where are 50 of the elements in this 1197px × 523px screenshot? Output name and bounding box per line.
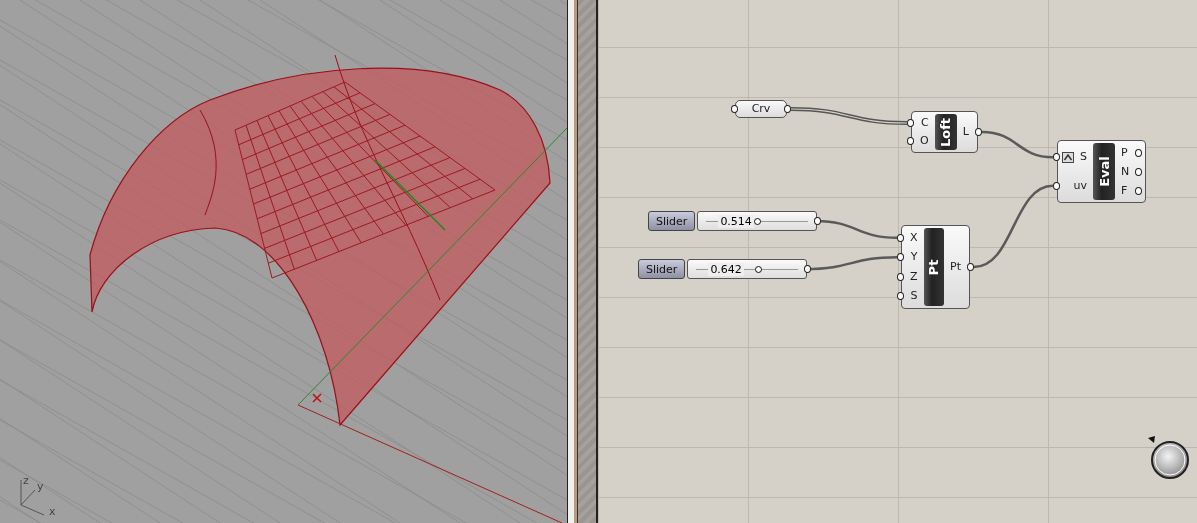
output-label: L (962, 125, 969, 139)
input-label: Y (910, 250, 918, 265)
component-name: Pt (926, 259, 942, 275)
input-label: X (910, 230, 918, 245)
component-name: Eval (1096, 156, 1112, 187)
slider-thumb[interactable] (755, 266, 763, 273)
input-pin-icon[interactable] (897, 233, 904, 242)
origin-marker-icon (312, 393, 322, 403)
input-label: C (921, 116, 929, 130)
output-pin-icon[interactable] (1135, 186, 1143, 195)
input-label: uv (1073, 178, 1087, 193)
slider-label: Slider (648, 211, 696, 231)
input-label: Z (910, 269, 918, 284)
output-label: F (1121, 183, 1128, 198)
input-pin-icon[interactable] (897, 292, 904, 301)
axis-label: x (49, 506, 56, 517)
output-pin-icon[interactable] (804, 265, 812, 273)
panel-splitter[interactable] (567, 0, 598, 523)
number-slider[interactable]: 0.642 (687, 259, 808, 279)
output-label: P (1121, 145, 1128, 160)
output-pin-icon[interactable] (967, 263, 974, 271)
reparameterize-icon[interactable] (1062, 151, 1074, 163)
input-pin-icon[interactable] (731, 105, 738, 113)
input-pin-icon[interactable] (897, 253, 904, 262)
navigation-widget-icon[interactable] (1146, 434, 1190, 480)
axis-gizmo-icon (20, 479, 45, 516)
slider-value: 0.642 (708, 263, 744, 276)
output-label: Pt (950, 260, 961, 274)
input-pin-icon[interactable] (1053, 153, 1060, 162)
slider-label: Slider (638, 259, 686, 279)
input-pin-icon[interactable] (907, 137, 914, 145)
output-pin-icon[interactable] (784, 105, 791, 113)
input-pin-icon[interactable] (897, 272, 904, 281)
output-pin-icon[interactable] (1135, 148, 1143, 157)
output-label: N (1121, 164, 1130, 179)
output-pin-icon[interactable] (1135, 167, 1143, 176)
output-pin-icon[interactable] (814, 217, 822, 225)
output-pin-icon[interactable] (974, 128, 982, 136)
3d-viewport[interactable]: z y x (0, 0, 567, 523)
input-pin-icon[interactable] (907, 119, 914, 127)
axis-label: y (37, 481, 44, 492)
slider-value: 0.514 (718, 215, 754, 228)
input-label: S (910, 289, 918, 304)
component-name: Loft (938, 117, 954, 147)
input-label: O (920, 134, 929, 148)
input-label: S (1080, 150, 1087, 165)
axis-label: z (23, 475, 29, 486)
input-pin-icon[interactable] (1053, 181, 1060, 190)
number-slider[interactable]: 0.514 (697, 211, 818, 231)
slider-thumb[interactable] (753, 218, 761, 225)
